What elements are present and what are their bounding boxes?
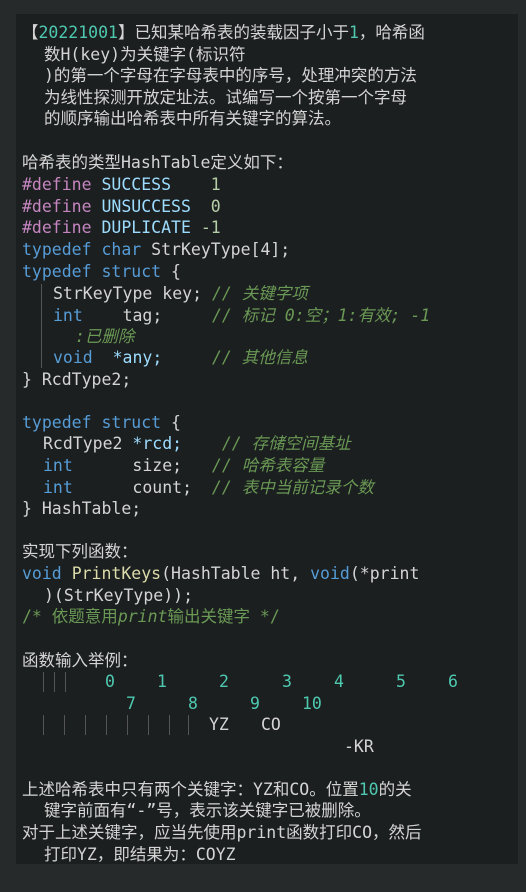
hashtable-close: } HashTable; xyxy=(22,499,142,518)
example-key-co: CO xyxy=(261,715,281,734)
indent-guide xyxy=(127,715,128,735)
indent-guide xyxy=(85,715,86,735)
example-index-6: 6 xyxy=(448,672,458,691)
example-index-2: 2 xyxy=(219,672,229,691)
rcdtype2-close: } RcdType2; xyxy=(22,370,132,389)
outro-line-4: 打印YZ，即结果为：COYZ xyxy=(44,845,236,864)
example-index-10: 10 xyxy=(302,694,322,713)
example-index-9: 9 xyxy=(250,694,260,713)
define-duplicate: #define DUPLICATE -1 xyxy=(22,218,221,237)
indent-guide xyxy=(54,672,55,692)
define-unsuccess: #define UNSUCCESS 0 xyxy=(22,197,221,216)
indent-guide xyxy=(43,672,44,692)
function-signature-cont: )(StrKeyType)); xyxy=(44,586,194,605)
indent-guide xyxy=(43,715,44,735)
table-field-size: int size; // 哈希表容量 xyxy=(43,456,325,475)
indent-guide xyxy=(148,715,149,735)
example-index-4: 4 xyxy=(334,672,344,691)
intro-line-2: 数H(key)为关键字(标识符 xyxy=(44,45,246,64)
example-index-3: 3 xyxy=(282,672,292,691)
intro-line-4: 为线性探测开放定址法。试编写一个按第一个字母 xyxy=(44,88,407,107)
indent-guide xyxy=(64,715,65,735)
typedef-strkeytype: typedef char StrKeyType[4]; xyxy=(22,240,291,259)
example-key-yz: YZ xyxy=(209,715,229,734)
example-index-8: 8 xyxy=(188,694,198,713)
rcd-field-key: StrKeyType key; // 关键字项 xyxy=(53,284,308,303)
outro-line-1: 上述哈希表中只有两个关键字：YZ和CO。位置10的关 xyxy=(22,780,412,799)
function-signature: void PrintKeys(HashTable ht, void(*print xyxy=(22,564,420,583)
function-comment: /* 依题意用print输出关键字 */ xyxy=(22,607,280,626)
implement-heading: 实现下列函数： xyxy=(22,542,138,561)
indent-guide xyxy=(188,715,189,735)
hashtable-open: typedef struct { xyxy=(22,413,181,432)
outro-line-3: 对于上述关键字，应当先使用print函数打印CO，然后 xyxy=(22,823,422,842)
indent-guide xyxy=(65,672,66,692)
example-index-0: 0 xyxy=(105,672,115,691)
example-index-1: 1 xyxy=(157,672,167,691)
rcd-field-tag-comment-cont: :已删除 xyxy=(75,327,135,346)
indent-guide xyxy=(106,715,107,735)
indent-guide xyxy=(169,715,170,735)
outro-line-2: 键字前面有“-”号，表示该关键字已被删除。 xyxy=(44,801,371,820)
intro-line-1: 【20221001】已知某哈希表的装载因子小于1，哈希函 xyxy=(22,23,425,42)
intro-line-3: )的第一个字母在字母表中的序号，处理冲突的方法 xyxy=(44,66,417,85)
indent-guide xyxy=(41,284,42,368)
rcd-field-tag: int tag; // 标记 0:空；1:有效; -1 xyxy=(53,306,431,325)
hashtable-heading: 哈希表的类型HashTable定义如下： xyxy=(22,153,293,172)
intro-line-5: 的顺序输出哈希表中所有关键字的算法。 xyxy=(44,109,341,128)
example-index-5: 5 xyxy=(396,672,406,691)
example-heading: 函数输入举例： xyxy=(22,651,138,670)
example-key-deleted-kr: -KR xyxy=(344,737,374,756)
table-field-count: int count; // 表中当前记录个数 xyxy=(43,478,374,497)
rcd-field-any: void *any; // 其他信息 xyxy=(53,348,308,367)
rcdtype2-open: typedef struct { xyxy=(22,262,181,281)
example-index-7: 7 xyxy=(126,694,136,713)
define-success: #define SUCCESS 1 xyxy=(22,175,221,194)
table-field-rcd: RcdType2 *rcd; // 存储空间基址 xyxy=(43,434,351,453)
